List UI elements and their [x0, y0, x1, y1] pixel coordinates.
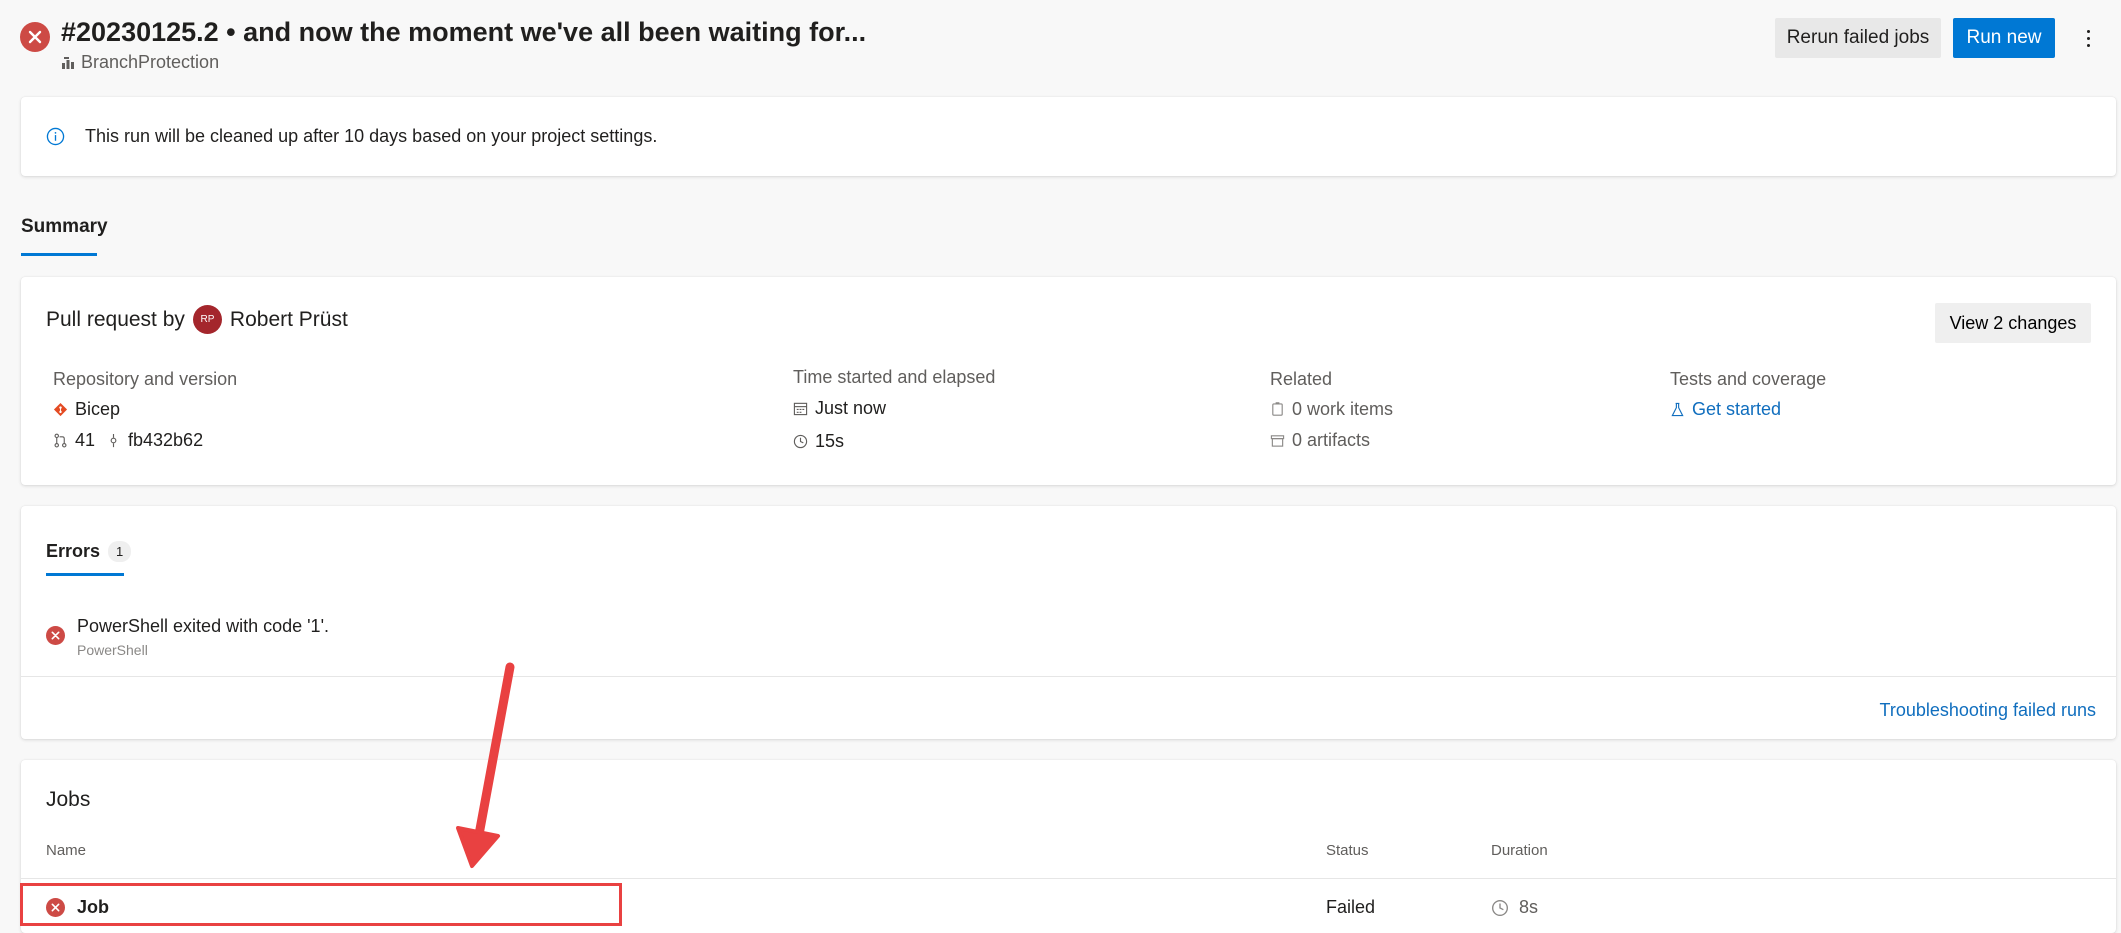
jobs-divider — [21, 878, 2116, 879]
tab-summary[interactable]: Summary — [21, 216, 108, 238]
jobs-heading: Jobs — [46, 788, 91, 811]
annotation-highlight-box — [20, 883, 622, 926]
clock-icon — [793, 434, 808, 449]
work-item-icon — [1272, 402, 1283, 416]
author-name[interactable]: Robert Prüst — [230, 308, 348, 332]
pr-number: 41 — [75, 430, 96, 450]
elapsed-text: 15s — [815, 431, 845, 451]
run-new-button[interactable]: Run new — [1953, 18, 2055, 58]
banner-text: This run will be cleaned up after 10 day… — [85, 126, 658, 146]
clock-icon — [1492, 899, 1508, 916]
commit-icon — [110, 433, 117, 448]
error-message[interactable]: PowerShell exited with code '1'. — [77, 616, 329, 637]
pull-request-icon — [54, 433, 67, 448]
pipeline-link[interactable]: BranchProtection — [61, 52, 219, 73]
repo-label: Repository and version — [53, 369, 238, 389]
error-icon — [46, 626, 65, 645]
work-items-text: 0 work items — [1292, 399, 1394, 419]
rerun-failed-jobs-button[interactable]: Rerun failed jobs — [1775, 18, 1941, 58]
errors-divider — [21, 676, 2116, 677]
errors-tab-indicator — [46, 573, 124, 576]
pipeline-name: BranchProtection — [81, 52, 220, 72]
column-header-duration: Duration — [1491, 842, 1548, 859]
tests-label: Tests and coverage — [1670, 369, 1827, 389]
run-failed-status-icon — [20, 22, 50, 52]
get-started-link[interactable]: Get started — [1670, 399, 1781, 420]
work-items-link[interactable]: 0 work items — [1270, 399, 1393, 420]
more-actions-icon[interactable] — [2076, 22, 2100, 54]
info-icon — [46, 127, 65, 146]
pipeline-icon — [62, 56, 74, 69]
job-duration-text: 8s — [1519, 897, 1539, 917]
errors-count-badge: 1 — [108, 541, 132, 562]
error-source: PowerShell — [77, 642, 148, 658]
retention-banner: This run will be cleaned up after 10 day… — [21, 97, 2116, 176]
summary-card: Pull request by RP Robert Prüst View 2 c… — [21, 277, 2116, 485]
pr-heading: Pull request by RP Robert Prüst — [46, 305, 348, 334]
pr-prefix: Pull request by — [46, 307, 185, 331]
started-value: Just now — [793, 398, 886, 419]
commit-hash: fb432b62 — [128, 430, 204, 450]
job-duration: 8s — [1491, 897, 1538, 918]
started-text: Just now — [815, 398, 887, 418]
errors-card: Errors 1 PowerShell exited with code '1'… — [21, 506, 2116, 739]
flask-icon — [1671, 402, 1684, 417]
git-repo-icon — [53, 402, 68, 417]
errors-tab-label: Errors — [46, 541, 101, 561]
repo-link[interactable]: Bicep — [53, 399, 120, 420]
calendar-icon — [793, 402, 808, 416]
run-title: #20230125.2 • and now the moment we've a… — [61, 17, 867, 47]
pr-link[interactable]: 41 — [53, 430, 95, 451]
related-label: Related — [1270, 369, 1333, 389]
view-changes-button[interactable]: View 2 changes — [1935, 303, 2091, 343]
tab-selected-indicator — [21, 253, 97, 256]
time-label: Time started and elapsed — [793, 367, 996, 387]
job-status: Failed — [1326, 897, 1376, 917]
column-header-status: Status — [1326, 842, 1369, 859]
avatar: RP — [192, 305, 222, 334]
artifact-icon — [1270, 435, 1285, 447]
artifacts-text: 0 artifacts — [1292, 430, 1371, 450]
repo-name: Bicep — [75, 399, 121, 419]
column-header-name: Name — [46, 842, 87, 859]
troubleshooting-link[interactable]: Troubleshooting failed runs — [1880, 700, 2096, 721]
artifacts-link[interactable]: 0 artifacts — [1270, 430, 1370, 451]
get-started-text: Get started — [1692, 399, 1782, 419]
elapsed-value: 15s — [793, 431, 844, 452]
commit-link[interactable]: fb432b62 — [106, 430, 203, 451]
tab-errors[interactable]: Errors 1 — [46, 541, 132, 562]
